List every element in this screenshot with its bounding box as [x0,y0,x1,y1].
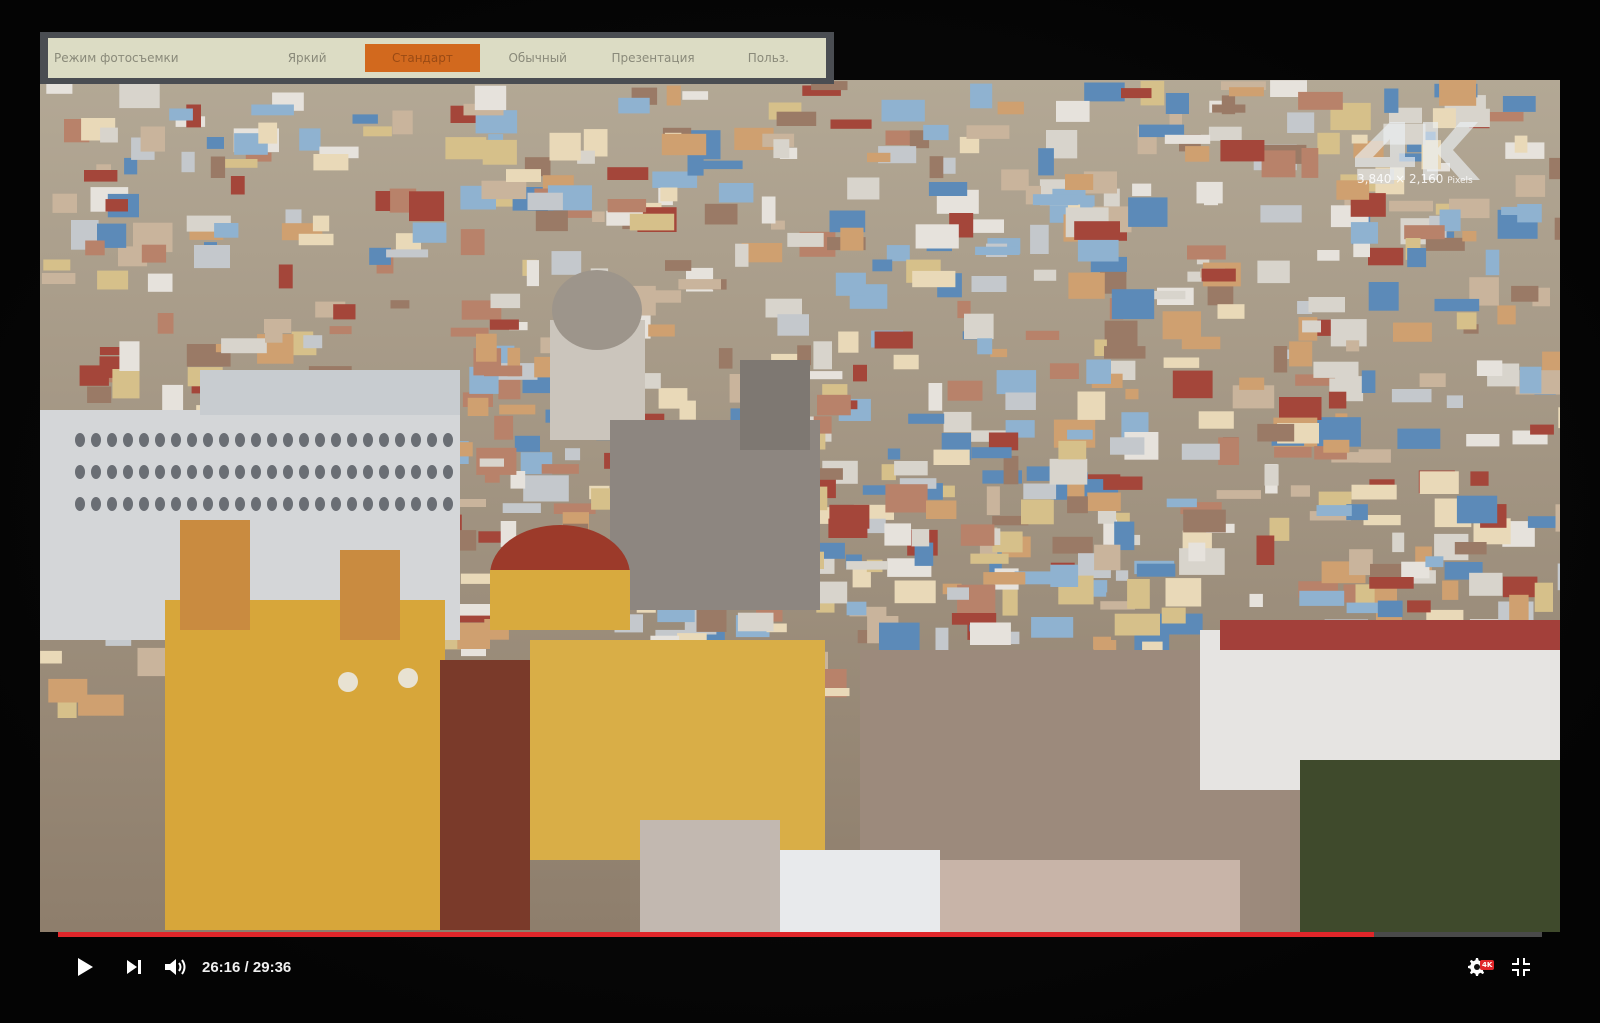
picture-mode-title: Режим фотосъемки [54,51,179,65]
resolution-watermark: 3,840 × 2,160 Pixels [1357,172,1473,186]
time-display: 26:16 / 29:36 [202,945,291,989]
exit-fullscreen-button[interactable] [1506,945,1536,989]
picture-mode-menu: Режим фотосъемки Яркий Стандарт Обычный … [40,32,834,84]
time-separator: / [240,958,253,976]
quality-badge: 4K [1480,960,1495,970]
settings-button[interactable]: 4K [1462,945,1496,989]
player-controls: 26:16 / 29:36 4K [0,945,1600,989]
picture-mode-bar: Режим фотосъемки Яркий Стандарт Обычный … [48,38,826,78]
next-button[interactable] [120,945,148,989]
cityscape-image [40,80,1560,932]
mode-presentation[interactable]: Презентация [595,44,710,72]
settings-icon-wrap: 4K [1466,954,1495,980]
mode-user[interactable]: Польз. [711,44,826,72]
video-frame[interactable] [40,80,1560,932]
progress-bar[interactable] [58,932,1542,937]
resolution-unit: Pixels [1447,176,1473,186]
mode-vivid[interactable]: Яркий [249,44,364,72]
time-total: 29:36 [252,958,292,976]
volume-icon [165,959,186,975]
exit-fullscreen-icon [1512,958,1530,976]
play-button[interactable] [70,945,100,989]
monitor-screen: Режим фотосъемки Яркий Стандарт Обычный … [0,0,1600,1023]
volume-button[interactable] [160,945,192,989]
progress-bar-played [58,932,1375,937]
mode-standard[interactable]: Стандарт [364,44,481,72]
play-icon [78,958,93,976]
next-icon [127,960,141,974]
time-current: 26:16 [202,958,241,976]
resolution-value: 3,840 × 2,160 [1357,172,1444,186]
mode-normal[interactable]: Обычный [480,44,595,72]
